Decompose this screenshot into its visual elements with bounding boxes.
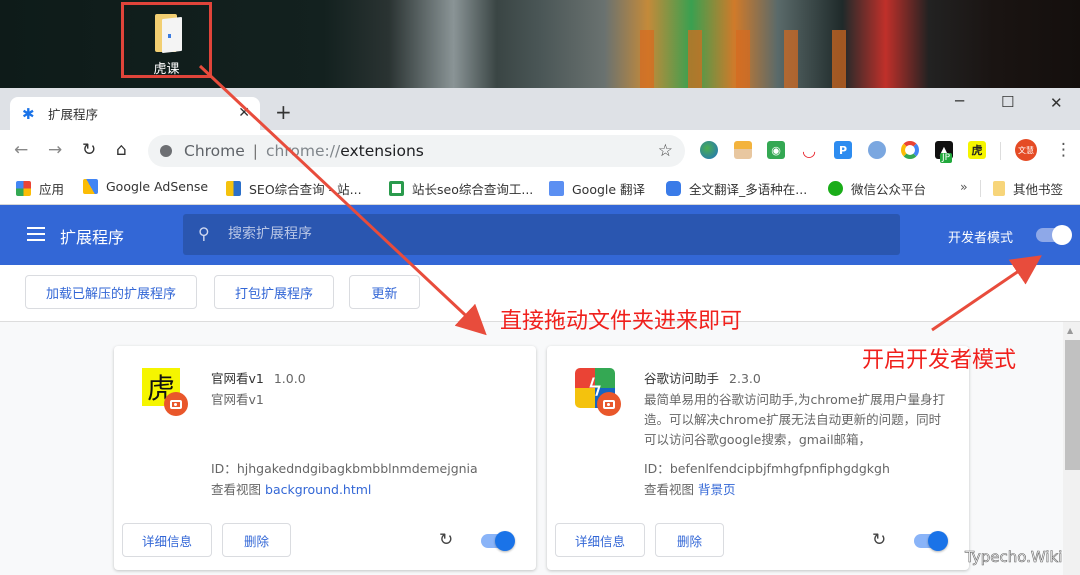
extension-badge-jp: JP bbox=[940, 153, 953, 163]
folder-label[interactable]: 虎课 bbox=[124, 58, 209, 77]
drag-hint-annotation: 直接拖动文件夹进来即可 bbox=[500, 309, 743, 334]
update-button[interactable]: 更新 bbox=[349, 275, 420, 309]
hamburger-menu-icon[interactable] bbox=[27, 227, 45, 241]
webmaster-icon bbox=[389, 181, 404, 196]
wallpaper-decoration bbox=[620, 30, 880, 88]
google-translate-icon bbox=[549, 181, 564, 196]
messenger-extension-icon[interactable]: ◉ bbox=[767, 141, 785, 159]
back-button[interactable]: ← bbox=[14, 140, 28, 160]
remove-button[interactable]: 删除 bbox=[655, 523, 724, 557]
new-tab-button[interactable]: + bbox=[275, 100, 292, 124]
maximize-button[interactable]: ☐ bbox=[1001, 93, 1014, 111]
d-translate-icon bbox=[666, 181, 681, 196]
tab-extensions[interactable]: ✱ 扩展程序 ✕ bbox=[10, 97, 260, 130]
reload-button[interactable]: ↻ bbox=[82, 140, 96, 160]
inspect-views: 查看视图 background.html bbox=[211, 482, 372, 497]
bookmarks-overflow-button[interactable]: » bbox=[960, 179, 968, 194]
chrome-menu-icon[interactable]: ⋮ bbox=[1055, 140, 1072, 160]
extension-name: 谷歌访问助手 2.3.0 bbox=[644, 371, 761, 386]
page-title: 扩展程序 bbox=[60, 228, 125, 247]
bookmark-star-icon[interactable]: ☆ bbox=[658, 141, 673, 161]
url-prefix: chrome:// bbox=[266, 142, 341, 160]
tab-strip: ✱ 扩展程序 ✕ + ─ ☐ ✕ bbox=[0, 88, 1080, 130]
minimize-button[interactable]: ─ bbox=[955, 92, 964, 110]
toolbar-divider bbox=[1000, 142, 1001, 160]
details-button[interactable]: 详细信息 bbox=[122, 523, 212, 557]
reload-extension-icon[interactable]: ↻ bbox=[872, 530, 886, 550]
remove-button[interactable]: 删除 bbox=[222, 523, 291, 557]
bookmark-item[interactable]: 微信公众平台 bbox=[828, 179, 926, 198]
idm-extension-icon[interactable] bbox=[700, 141, 718, 159]
extension-version: 1.0.0 bbox=[273, 371, 306, 386]
folder-icon bbox=[993, 181, 1005, 196]
fan-extension-icon[interactable] bbox=[868, 141, 886, 159]
pack-extension-button[interactable]: 打包扩展程序 bbox=[214, 275, 334, 309]
puzzle-icon: ✱ bbox=[22, 104, 35, 123]
scrollbar-thumb[interactable] bbox=[1065, 340, 1080, 470]
seo-icon bbox=[226, 181, 241, 196]
bookmark-item[interactable]: 应用 bbox=[16, 179, 64, 198]
p-extension-icon[interactable]: P bbox=[834, 141, 852, 159]
enable-toggle[interactable] bbox=[481, 531, 515, 551]
watermark: Typecho.Wiki bbox=[965, 548, 1063, 567]
tab-close-icon[interactable]: ✕ bbox=[238, 105, 250, 121]
profile-avatar[interactable]: 文慧 bbox=[1015, 139, 1037, 161]
extension-description: 最简单易用的谷歌访问助手,为chrome扩展用户量身打造。可以解决chrome扩… bbox=[644, 392, 946, 447]
bookmark-item[interactable]: Google AdSense bbox=[83, 179, 208, 194]
hu-extension-icon[interactable]: 虎 bbox=[968, 141, 986, 159]
extensions-header: 扩展程序 ⚲ 开发者模式 bbox=[0, 205, 1080, 265]
bookmark-item[interactable]: 站长seo综合查询工... bbox=[389, 179, 533, 198]
bookmark-item[interactable]: SEO综合查询 - 站... bbox=[226, 179, 362, 198]
extension-id: ID：hjhgakedndgibagkbmbblnmdemejgnia bbox=[211, 461, 478, 476]
tab-title: 扩展程序 bbox=[48, 107, 99, 122]
url-main: extensions bbox=[340, 142, 424, 160]
bookmarks-bar: 应用 Google AdSense SEO综合查询 - 站... 站长seo综合… bbox=[0, 172, 1080, 205]
page-scrollbar[interactable]: ▲ bbox=[1063, 322, 1080, 575]
extension-version: 2.3.0 bbox=[729, 371, 761, 386]
chrome-page-icon bbox=[160, 145, 172, 157]
background-page-link[interactable]: 背景页 bbox=[698, 482, 736, 497]
reload-extension-icon[interactable]: ↻ bbox=[439, 530, 453, 550]
address-bar[interactable]: Chrome | chrome:// extensions ☆ bbox=[148, 135, 685, 167]
folder-icon[interactable] bbox=[155, 12, 185, 54]
camera-badge-icon bbox=[164, 392, 188, 416]
other-bookmarks[interactable]: 其他书签 bbox=[993, 179, 1063, 198]
bookmark-divider bbox=[980, 180, 981, 197]
camera-badge-icon bbox=[597, 392, 621, 416]
inspect-views: 查看视图 背景页 bbox=[644, 482, 736, 497]
adsense-icon bbox=[83, 179, 98, 194]
extension-card: 虎 官网看v1 1.0.0 官网看v1 ID：hjhgakedndgibagkbm… bbox=[114, 346, 536, 570]
search-box[interactable]: ⚲ bbox=[183, 214, 900, 255]
dev-mode-label: 开发者模式 bbox=[948, 231, 1014, 246]
red-arc-extension-icon[interactable]: ◡ bbox=[800, 141, 818, 160]
close-window-button[interactable]: ✕ bbox=[1050, 94, 1063, 112]
browser-toolbar: ← → ↻ ⌂ Chrome | chrome:// extensions ☆ … bbox=[0, 130, 1080, 305]
enable-toggle[interactable] bbox=[914, 531, 948, 551]
desktop-wallpaper: 虎课 bbox=[0, 0, 1080, 88]
extension-card: ϟ 谷歌访问助手 2.3.0 最简单易用的谷歌访问助手,为chrome扩展用户量身… bbox=[547, 346, 969, 570]
load-unpacked-button[interactable]: 加载已解压的扩展程序 bbox=[25, 275, 197, 309]
apps-grid-icon bbox=[16, 181, 31, 196]
search-input[interactable] bbox=[228, 222, 828, 246]
dev-mode-toggle[interactable] bbox=[1036, 225, 1072, 245]
bookmark-item[interactable]: Google 翻译 bbox=[549, 179, 645, 198]
home-button[interactable]: ⌂ bbox=[116, 140, 127, 160]
scroll-up-arrow-icon[interactable]: ▲ bbox=[1067, 326, 1073, 335]
omnibox-separator: | bbox=[252, 142, 259, 160]
extension-description: 官网看v1 bbox=[211, 392, 264, 407]
site-label: Chrome bbox=[184, 142, 245, 160]
search-icon: ⚲ bbox=[198, 224, 210, 243]
extension-name: 官网看v1 1.0.0 bbox=[211, 371, 306, 386]
forward-button[interactable]: → bbox=[48, 140, 62, 160]
folder-highlight-box: 虎课 bbox=[121, 2, 212, 78]
bookmark-item[interactable]: 全文翻译_多语种在... bbox=[666, 179, 807, 198]
wechat-icon bbox=[828, 181, 843, 196]
background-page-link[interactable]: background.html bbox=[265, 482, 371, 497]
dog-face-extension-icon[interactable] bbox=[734, 141, 752, 159]
dev-mode-annotation: 开启开发者模式 bbox=[862, 348, 1017, 373]
details-button[interactable]: 详细信息 bbox=[555, 523, 645, 557]
chrome-ring-extension-icon[interactable] bbox=[901, 141, 919, 159]
extension-id: ID：befenlfendcipbjfmhgfpnfiphgdgkgh bbox=[644, 461, 890, 476]
